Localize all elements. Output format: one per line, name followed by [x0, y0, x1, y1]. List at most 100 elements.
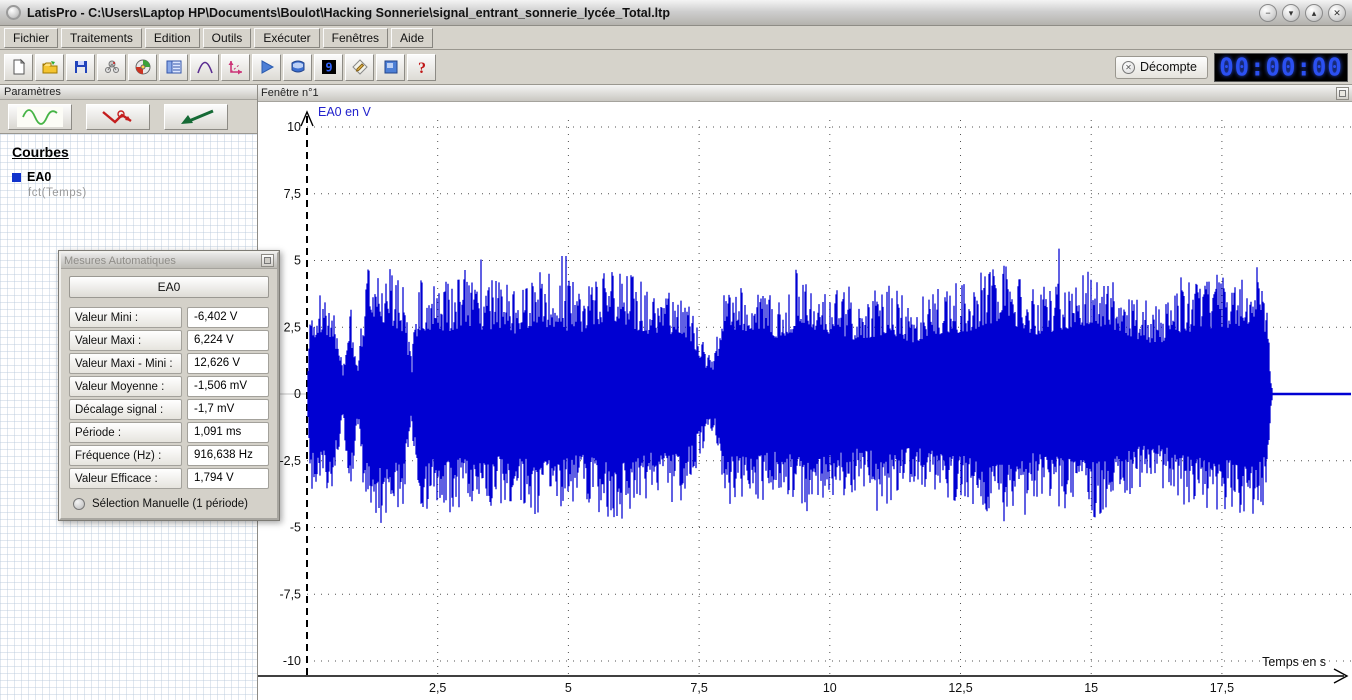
- svg-text:?: ?: [418, 60, 426, 76]
- table-view-button[interactable]: [159, 54, 188, 81]
- manual-selection-radio[interactable]: [73, 498, 85, 510]
- menu-outils[interactable]: Outils: [203, 28, 252, 48]
- waveform-chart: 107,552,50-2,5-5-7,5-102,557,51012,51517…: [258, 102, 1351, 700]
- menu-traitements[interactable]: Traitements: [61, 28, 142, 48]
- parametres-header: Paramètres: [0, 85, 257, 100]
- mesure-value: 916,638 Hz: [187, 445, 269, 466]
- curve-color-swatch: [12, 173, 21, 182]
- mesure-label: Valeur Moyenne :: [69, 376, 182, 397]
- seven-segment-display-button[interactable]: 9: [314, 54, 343, 81]
- restore-down-window-button[interactable]: ▾: [1282, 4, 1300, 22]
- mesures-automatiques-dialog: Mesures Automatiques EA0 Valeur Mini :-6…: [58, 250, 280, 521]
- mesure-row: Fréquence (Hz) :916,638 Hz: [69, 445, 269, 466]
- mesure-label: Valeur Maxi - Mini :: [69, 353, 182, 374]
- mesure-label: Valeur Mini :: [69, 307, 182, 328]
- minimize-window-button[interactable]: −: [1259, 4, 1277, 22]
- decompte-x-icon: ✕: [1122, 61, 1135, 74]
- mesure-row: Décalage signal :-1,7 mV: [69, 399, 269, 420]
- series-label: EA0 en V: [318, 105, 371, 119]
- run-acquisition-button[interactable]: [252, 54, 281, 81]
- open-file-button[interactable]: [35, 54, 64, 81]
- menu-fentres[interactable]: Fenêtres: [323, 28, 388, 48]
- x-axis-title: Temps en s: [1262, 655, 1326, 669]
- notes-button[interactable]: [345, 54, 374, 81]
- mesure-row: Valeur Moyenne :-1,506 mV: [69, 376, 269, 397]
- curve-display-icon: [196, 58, 214, 76]
- mesure-label: Décalage signal :: [69, 399, 182, 420]
- x-tick-label: 10: [823, 681, 837, 695]
- curve-item-ea0[interactable]: EA0: [12, 170, 245, 184]
- acquisition-settings-icon: [134, 58, 152, 76]
- menu-edition[interactable]: Edition: [145, 28, 200, 48]
- curve-display-button[interactable]: [190, 54, 219, 81]
- mesure-label: Valeur Maxi :: [69, 330, 182, 351]
- axes-settings-button[interactable]: [221, 54, 250, 81]
- acquisition-settings-button[interactable]: [128, 54, 157, 81]
- run-acquisition-icon: [258, 58, 276, 76]
- latispro-window: LatisPro - C:\Users\Laptop HP\Documents\…: [0, 0, 1352, 700]
- close-window-button[interactable]: ✕: [1328, 4, 1346, 22]
- sine-wave-icon: [17, 107, 63, 127]
- help-button[interactable]: ?: [407, 54, 436, 81]
- y-tick-label: 10: [287, 120, 301, 134]
- mesure-value: -1,7 mV: [187, 399, 269, 420]
- svg-text:9: 9: [325, 61, 332, 75]
- trigger-button[interactable]: [86, 104, 150, 130]
- y-tick-label: -7,5: [279, 587, 301, 601]
- menu-fichier[interactable]: Fichier: [4, 28, 58, 48]
- fenetre-1-titlebar: Fenêtre n°1: [258, 85, 1352, 102]
- sine-source-button[interactable]: [8, 104, 72, 130]
- mesures-dialog-close-button[interactable]: [261, 254, 274, 267]
- mesure-row: Valeur Efficace :1,794 V: [69, 468, 269, 489]
- window-view-button[interactable]: [376, 54, 405, 81]
- maximize-window-button[interactable]: ▴: [1305, 4, 1323, 22]
- mesure-value: 6,224 V: [187, 330, 269, 351]
- screen-view-button[interactable]: [283, 54, 312, 81]
- save-file-button[interactable]: [66, 54, 95, 81]
- mesure-row: Valeur Mini :-6,402 V: [69, 307, 269, 328]
- y-tick-label: 0: [294, 387, 301, 401]
- curve-name: EA0: [27, 170, 51, 184]
- menu-aide[interactable]: Aide: [391, 28, 433, 48]
- mesures-dialog-title: Mesures Automatiques: [64, 255, 261, 267]
- manual-selection-label: Sélection Manuelle (1 période): [92, 498, 248, 510]
- interface-setup-button[interactable]: [97, 54, 126, 81]
- mesure-row: Valeur Maxi :6,224 V: [69, 330, 269, 351]
- title-bar: LatisPro - C:\Users\Laptop HP\Documents\…: [0, 0, 1352, 26]
- mesure-label: Fréquence (Hz) :: [69, 445, 182, 466]
- axes-settings-icon: [227, 58, 245, 76]
- main-toolbar: 9 ? ✕ Décompte 00:00:00: [0, 50, 1352, 85]
- mesures-channel-button[interactable]: EA0: [69, 276, 269, 298]
- x-tick-label: 7,5: [690, 681, 707, 695]
- fenetre-1-title: Fenêtre n°1: [261, 87, 1336, 99]
- decompte-label: Décompte: [1140, 60, 1197, 74]
- mesure-value: 12,626 V: [187, 353, 269, 374]
- x-tick-label: 5: [565, 681, 572, 695]
- mesure-row: Période :1,091 ms: [69, 422, 269, 443]
- window-view-icon: [382, 58, 400, 76]
- trigger-arrow-icon: [95, 107, 141, 127]
- mesure-value: -1,506 mV: [187, 376, 269, 397]
- interface-setup-icon: [103, 58, 121, 76]
- timer-display: 00:00:00: [1214, 53, 1348, 82]
- screen-view-icon: [289, 58, 307, 76]
- return-arrow-icon: [173, 107, 219, 127]
- x-tick-label: 17,5: [1210, 681, 1234, 695]
- chart-area[interactable]: 107,552,50-2,5-5-7,5-102,557,51012,51517…: [258, 102, 1352, 700]
- menu-excuter[interactable]: Exécuter: [254, 28, 319, 48]
- new-file-button[interactable]: [4, 54, 33, 81]
- notes-icon: [351, 58, 369, 76]
- timer-value: 00:00:00: [1219, 52, 1343, 81]
- menu-bar: FichierTraitementsEditionOutilsExécuterF…: [0, 26, 1352, 50]
- y-tick-label: 5: [294, 254, 301, 268]
- return-arrow-button[interactable]: [164, 104, 228, 130]
- mesures-dialog-titlebar[interactable]: Mesures Automatiques: [61, 253, 277, 269]
- decompte-toggle[interactable]: ✕ Décompte: [1115, 56, 1208, 79]
- mesure-value: 1,794 V: [187, 468, 269, 489]
- parametres-toolbar: [0, 100, 257, 134]
- y-tick-label: 2,5: [284, 320, 301, 334]
- fenetre-1-window: Fenêtre n°1 107,552,50-2,5-5-7,5-102,557…: [258, 85, 1352, 700]
- window-controls: −▾ ▴ ✕: [1259, 4, 1346, 22]
- mesure-row: Valeur Maxi - Mini :12,626 V: [69, 353, 269, 374]
- fenetre-1-restore-button[interactable]: [1336, 87, 1349, 100]
